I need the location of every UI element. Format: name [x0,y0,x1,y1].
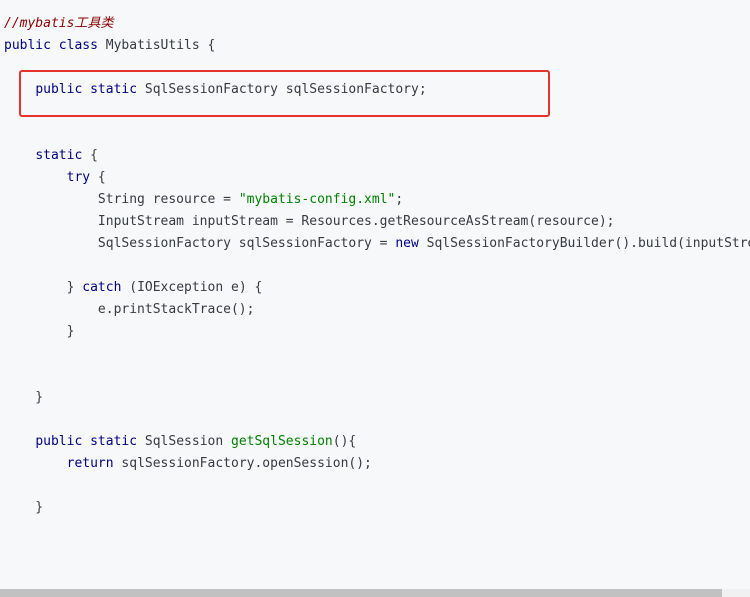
code-line: } [4,321,750,343]
code-line: SqlSessionFactory sqlSessionFactory = ne… [4,233,750,255]
code-token: sqlSessionFactory.openSession(); [113,456,372,471]
code-token: return [66,456,114,471]
horizontal-scrollbar[interactable] [0,589,750,597]
code-token: e.printStackTrace(); [4,302,255,317]
code-token: //mybatis工具类 [4,16,114,31]
code-token: (){ [332,434,357,449]
code-token: ; [395,192,404,207]
code-line: public static SqlSession getSqlSession()… [4,431,750,453]
code-line: e.printStackTrace(); [4,299,750,321]
code-token: static [35,148,83,163]
code-token: } [4,390,44,405]
code-token: catch [82,280,122,295]
code-token: } [4,324,75,339]
code-line: public class MybatisUtils { [4,35,750,57]
code-token: SqlSessionFactoryBuilder().build(inputSt… [418,236,750,251]
code-line: //mybatis工具类 [4,13,750,35]
code-token: "mybatis-config.xml" [238,192,396,207]
code-token: } [4,280,83,295]
code-line: } [4,387,750,409]
code-token: (IOException e) { [121,280,263,295]
code-token: getSqlSession [231,434,333,449]
scrollbar-thumb[interactable] [0,589,722,597]
code-token: public [4,38,51,53]
code-token: InputStream inputStream = Resources.getR… [4,214,615,229]
code-token: String resource = [4,192,239,207]
code-token: static [90,434,138,449]
code-token: { [82,148,98,163]
code-line: static { [4,145,750,167]
code-block: //mybatis工具类 public class MybatisUtils { … [0,0,750,589]
code-token: class [58,38,98,53]
code-line: } catch (IOException e) { [4,277,750,299]
code-line: try { [4,167,750,189]
code-token: { [90,170,106,185]
code-token: public [35,434,83,449]
code-token: try [66,170,91,185]
code-line: } [4,497,750,519]
code-token: MybatisUtils { [97,38,216,53]
code-token: new [395,236,419,251]
code-line: String resource = "mybatis-config.xml"; [4,189,750,211]
code-token: SqlSession [137,434,231,449]
code-token: } [4,500,44,515]
code-line: return sqlSessionFactory.openSession(); [4,453,750,475]
code-token: SqlSessionFactory sqlSessionFactory = [4,236,396,251]
code-line: InputStream inputStream = Resources.getR… [4,211,750,233]
highlight-box [19,70,550,117]
